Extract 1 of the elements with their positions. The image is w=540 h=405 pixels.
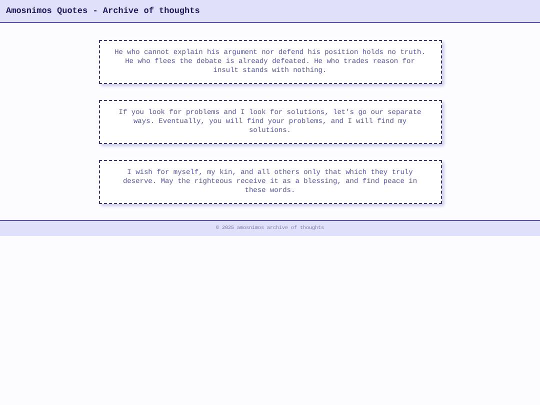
site-title: Amosnimos Quotes - Archive of thoughts xyxy=(6,4,200,18)
